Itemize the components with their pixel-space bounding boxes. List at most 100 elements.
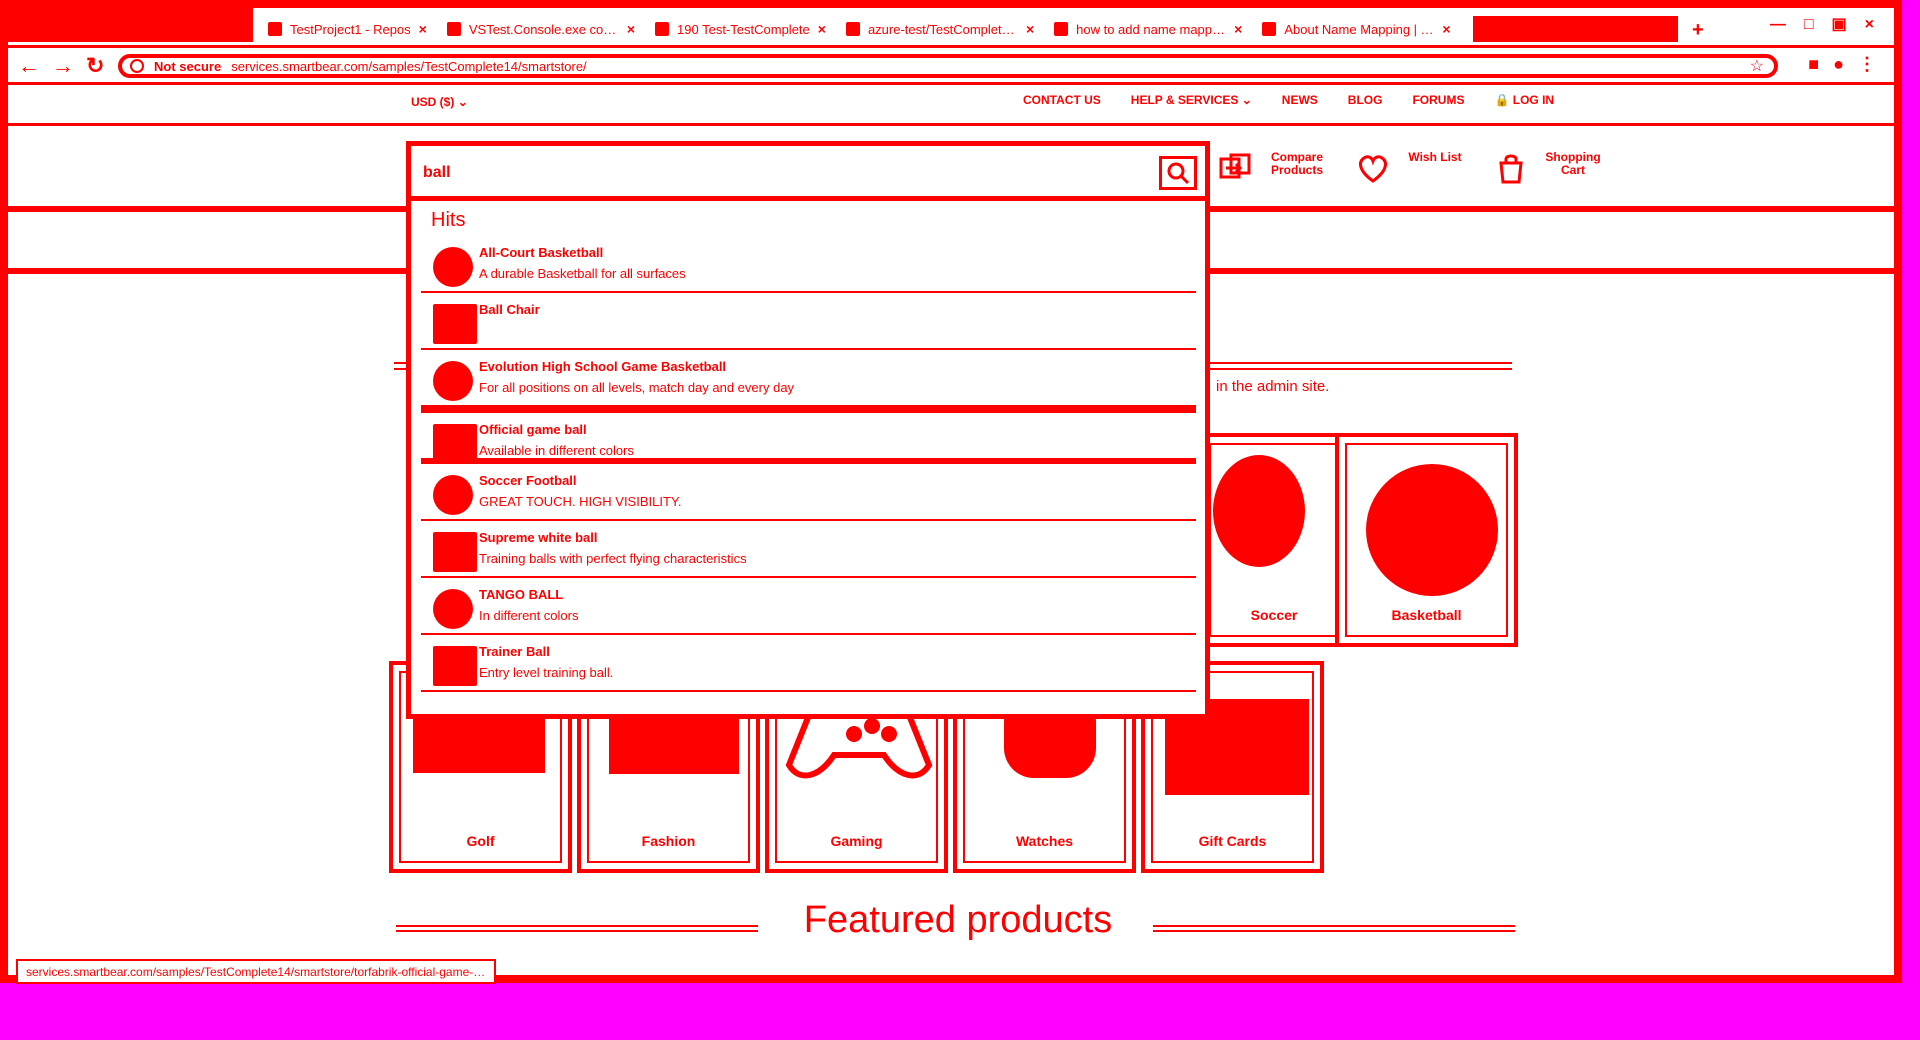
tab-strip: TestProject1 - Repos × VSTest.Console.ex… — [8, 8, 1894, 48]
hits-title: Hits — [431, 209, 466, 231]
category-label: Gaming — [830, 833, 883, 849]
news-link[interactable]: NEWS — [1282, 93, 1318, 107]
login-label: LOG IN — [1512, 93, 1555, 107]
url-text[interactable]: services.smartbear.com/samples/TestCompl… — [231, 60, 586, 73]
search-hit[interactable]: Ball Chair — [421, 293, 1196, 350]
shopping-cart-label: Shopping Cart — [1545, 150, 1601, 177]
search-button[interactable] — [1159, 156, 1197, 190]
search-hit[interactable]: Trainer Ball Entry level training ball. — [421, 635, 1196, 692]
chevron-down-icon: ⌄ — [1241, 93, 1252, 107]
browser-tab[interactable]: how to add name mapping × — [1054, 20, 1242, 38]
back-arrow-icon[interactable]: ← — [18, 55, 40, 77]
menu-icon[interactable]: ⋮ — [1858, 55, 1876, 73]
tab-title: how to add name mapping — [1076, 21, 1227, 37]
reload-icon[interactable]: ↻ — [86, 55, 104, 77]
close-icon[interactable]: × — [1026, 22, 1034, 36]
close-icon[interactable]: × — [419, 22, 427, 36]
hit-title: Supreme white ball — [479, 530, 598, 545]
contact-link[interactable]: CONTACT US — [1023, 93, 1101, 107]
hit-description: Available in different colors — [479, 443, 634, 458]
screen: TestProject1 - Repos × VSTest.Console.ex… — [0, 0, 1920, 1040]
profile-icon[interactable]: ● — [1833, 55, 1844, 73]
forward-arrow-icon[interactable]: → — [52, 55, 74, 77]
category-label: Watches — [1015, 833, 1074, 849]
hit-title: All-Court Basketball — [479, 245, 604, 260]
extensions-icon[interactable]: ■ — [1808, 55, 1819, 73]
category-label: Fashion — [641, 833, 696, 849]
heart-icon — [1359, 155, 1387, 183]
chevron-down-icon: ⌄ — [457, 95, 468, 109]
search-hit[interactable]: Evolution High School Game Basketball Fo… — [421, 350, 1196, 407]
search-hit[interactable]: Official game ball Available in differen… — [421, 407, 1196, 464]
hit-title: Soccer Football — [479, 473, 577, 488]
help-services-link[interactable]: HELP & SERVICES ⌄ — [1131, 93, 1252, 107]
hit-title: Trainer Ball — [479, 644, 550, 659]
product-thumbnail — [433, 247, 473, 287]
close-icon[interactable]: × — [627, 22, 635, 36]
star-icon[interactable]: ☆ — [1750, 59, 1764, 75]
wish-list-label: Wish List — [1408, 150, 1462, 164]
active-tab-background — [8, 8, 253, 42]
featured-divider-left — [396, 930, 758, 932]
category-card-basketball[interactable]: Basketball — [1335, 433, 1518, 647]
search-hit[interactable]: Soccer Football GREAT TOUCH. HIGH VISIBI… — [421, 464, 1196, 521]
product-thumbnail — [433, 475, 473, 515]
github-icon — [845, 22, 860, 36]
search-hit[interactable]: TANGO BALL In different colors — [421, 578, 1196, 635]
product-thumbnail — [433, 646, 477, 686]
search-hit[interactable]: Supreme white ball Training balls with p… — [421, 521, 1196, 578]
wish-list-button[interactable]: Wish List — [1356, 151, 1472, 185]
tab-title: azure-test/TestComplete/Te — [867, 21, 1018, 37]
hit-description: Training balls with perfect flying chara… — [479, 551, 747, 566]
active-tab[interactable] — [1473, 16, 1678, 42]
maximize-icon[interactable]: □ — [1804, 17, 1814, 33]
shopping-bag-icon — [1499, 154, 1523, 184]
login-link[interactable]: 🔒 LOG IN — [1494, 93, 1555, 107]
tab-title: VSTest.Console.exe comma — [468, 21, 619, 37]
status-url: services.smartbear.com/samples/TestCompl… — [16, 959, 496, 984]
browser-tab[interactable]: azure-test/TestComplete/Te × — [845, 20, 1034, 38]
featured-divider-right — [1153, 930, 1515, 932]
blog-link[interactable]: BLOG — [1348, 93, 1383, 107]
close-icon[interactable]: × — [1234, 22, 1242, 36]
close-icon[interactable]: × — [1442, 22, 1450, 36]
category-card-soccer[interactable]: Soccer — [1199, 433, 1349, 647]
search-hits-list: All-Court Basketball A durable Basketbal… — [421, 236, 1196, 692]
browser-tab[interactable]: TestProject1 - Repos × — [268, 20, 427, 38]
minimize-icon[interactable]: — — [1770, 17, 1786, 33]
search-hit[interactable]: All-Court Basketball A durable Basketbal… — [421, 236, 1196, 293]
hit-title: Official game ball — [479, 422, 587, 437]
security-label: Not secure — [154, 58, 222, 74]
circle-icon — [1054, 22, 1069, 36]
hit-description: A durable Basketball for all surfaces — [479, 266, 686, 281]
compare-products-label: Compare Products — [1270, 150, 1323, 177]
address-bar[interactable]: Not secure services.smartbear.com/sample… — [118, 54, 1778, 78]
hit-title: Evolution High School Game Basketball — [479, 359, 727, 374]
forums-link[interactable]: FORUMS — [1412, 93, 1464, 107]
hit-description: For all positions on all levels, match d… — [479, 380, 795, 395]
hit-title: Ball Chair — [479, 302, 540, 317]
address-row: ← → ↻ Not secure services.smartbear.com/… — [8, 49, 1894, 85]
category-label: Basketball — [1391, 607, 1462, 623]
browser-tab[interactable]: 190 Test-TestComplete × — [655, 20, 826, 38]
browser-tab[interactable]: About Name Mapping | Tes × — [1262, 20, 1451, 38]
close-window-icon[interactable]: × — [1865, 17, 1874, 33]
repo-icon — [268, 22, 282, 36]
tabs-list: TestProject1 - Repos × VSTest.Console.ex… — [268, 20, 1451, 38]
category-label: Golf — [466, 833, 495, 849]
security-warning-icon[interactable] — [130, 59, 144, 73]
currency-selector[interactable]: USD ($) ⌄ — [411, 95, 468, 109]
compare-products-button[interactable]: Compare Products — [1218, 151, 1334, 185]
window-controls: — □ ▣ × — [1770, 17, 1874, 33]
new-tab-button[interactable]: + — [1692, 20, 1704, 40]
product-thumbnail — [433, 532, 477, 572]
close-icon[interactable]: × — [818, 22, 826, 36]
browser-tab[interactable]: VSTest.Console.exe comma × — [446, 20, 635, 38]
lock-icon: 🔒 — [1494, 93, 1510, 107]
restore-icon[interactable]: ▣ — [1832, 17, 1847, 33]
featured-divider-left — [396, 925, 758, 927]
search-input[interactable] — [421, 158, 1165, 188]
basketball-image — [1366, 464, 1498, 596]
featured-divider-right — [1153, 925, 1515, 927]
shopping-cart-button[interactable]: Shopping Cart — [1494, 151, 1610, 185]
